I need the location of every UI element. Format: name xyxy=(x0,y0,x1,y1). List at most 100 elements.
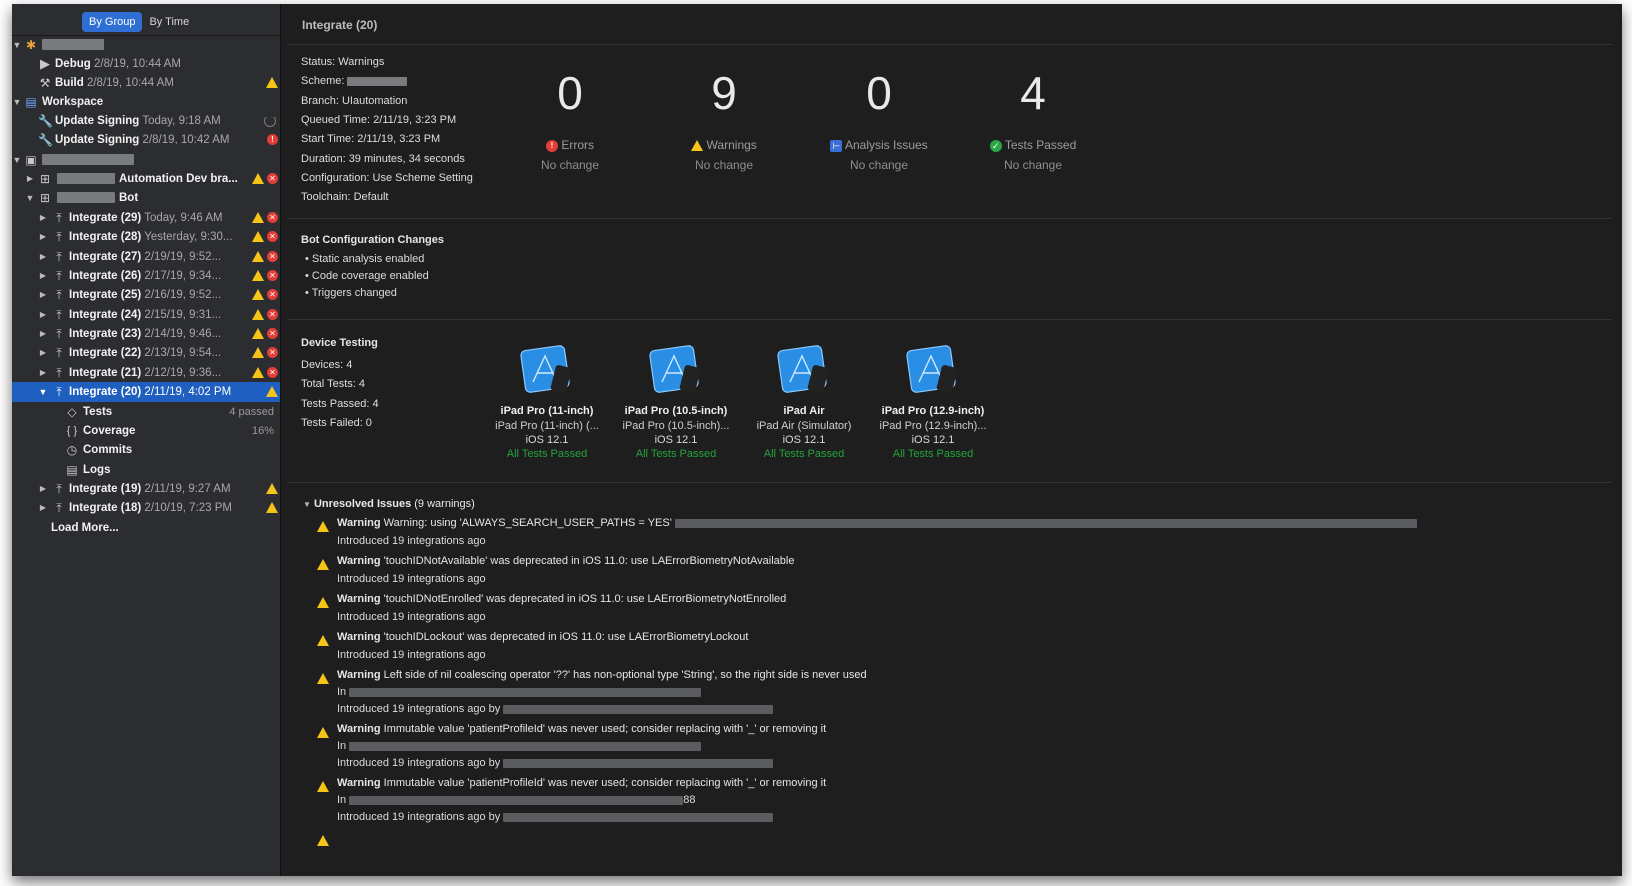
divider xyxy=(287,482,1612,483)
server-group-row[interactable]: ▼ ▣ xyxy=(12,150,280,170)
commits-label: Commits xyxy=(83,444,133,456)
integration-name: Integrate (21) xyxy=(69,367,142,379)
scheme-label: Scheme: xyxy=(301,75,345,87)
build-row[interactable]: ⚒ Build 2/8/19, 10:44 AM xyxy=(12,73,280,93)
integration-row[interactable]: ▶ ⤒ Integrate (29) Today, 9:46 AM ✕ xyxy=(12,208,280,228)
integration-row[interactable]: ▶ ⤒ Integrate (21) 2/12/19, 9:36... ✕ xyxy=(12,363,280,383)
integration-row[interactable]: ▶ ⤒ Integrate (28) Yesterday, 9:30... ✕ xyxy=(12,227,280,247)
disclosure-closed-icon[interactable]: ▶ xyxy=(25,169,35,189)
device-card[interactable]: iPad Pro (12.9-inch) iPad Pro (12.9-inch… xyxy=(869,342,997,462)
warning-icon xyxy=(691,140,704,152)
commits-row[interactable]: ◷ Commits xyxy=(12,440,280,460)
disclosure-closed-icon[interactable]: ▶ xyxy=(38,227,48,247)
issue-row[interactable]: Warning Left side of nil coalescing oper… xyxy=(337,669,867,681)
workspace-row[interactable]: ▼ ▤ Workspace xyxy=(12,92,280,112)
integration-name: Integrate (27) xyxy=(69,251,142,263)
integration-name: Integrate (19) xyxy=(69,483,142,495)
errors-label: Errors xyxy=(561,138,594,152)
disclosure-closed-icon[interactable]: ▶ xyxy=(38,208,48,228)
status-info: Status: Warnings xyxy=(301,56,385,68)
disclosure-open-icon[interactable]: ▼ xyxy=(25,188,35,208)
issue-row[interactable]: Warning 'touchIDNotEnrolled' was depreca… xyxy=(337,593,786,605)
error-icon: ✕ xyxy=(267,367,278,379)
disclosure-closed-icon[interactable]: ▶ xyxy=(38,305,48,325)
project-root-row[interactable]: ▼ ✱ xyxy=(12,35,280,55)
automation-bot-row[interactable]: ▶ ⊞ Automation Dev bra... ✕ xyxy=(12,169,280,189)
issue-introduced-text: Introduced 19 integrations ago by xyxy=(337,811,501,823)
integration-row[interactable]: ▶ ⤒ Integrate (22) 2/13/19, 9:54... ✕ xyxy=(12,343,280,363)
duration-info: Duration: 39 minutes, 34 seconds xyxy=(301,153,465,165)
disclosure-open-icon[interactable]: ▼ xyxy=(12,92,22,112)
by-group-button[interactable]: By Group xyxy=(82,12,143,32)
debug-row[interactable]: ▶ Debug 2/8/19, 10:44 AM xyxy=(12,54,280,74)
logs-row[interactable]: ▤ Logs xyxy=(12,460,280,480)
disclosure-closed-icon[interactable]: ▶ xyxy=(38,285,48,305)
issue-row[interactable]: Warning Immutable value 'patientProfileI… xyxy=(337,723,826,735)
device-testing-title: Device Testing xyxy=(301,337,378,349)
integration-row[interactable]: ▶ ⤒ Integrate (27) 2/19/19, 9:52... ✕ xyxy=(12,247,280,267)
disclosure-open-icon[interactable]: ▼ xyxy=(12,150,22,170)
load-more-link[interactable]: Load More... xyxy=(51,522,119,534)
device-name: iPad Pro (11-inch) xyxy=(500,405,594,417)
warnings-metric[interactable]: Warnings xyxy=(644,138,804,152)
issue-introduced: Introduced 19 integrations ago by xyxy=(337,703,774,715)
integration-row[interactable]: ▶ ⤒ Integrate (18) 2/10/19, 7:23 PM xyxy=(12,498,280,518)
integration-row-selected[interactable]: ▼ ⤒ Integrate (20) 2/11/19, 4:02 PM xyxy=(12,382,280,402)
start-time-info: Start Time: 2/11/19, 3:23 PM xyxy=(301,133,441,145)
issue-row[interactable]: Warning 'touchIDLockout' was deprecated … xyxy=(337,631,748,643)
bot-row[interactable]: ▼ ⊞ Bot xyxy=(12,188,280,208)
logs-icon: ▤ xyxy=(66,463,78,477)
coverage-braces-icon: { } xyxy=(66,425,78,437)
integration-row[interactable]: ▶ ⤒ Integrate (23) 2/14/19, 9:46... ✕ xyxy=(12,324,280,344)
disclosure-closed-icon[interactable]: ▶ xyxy=(38,343,48,363)
disclosure-closed-icon[interactable]: ▶ xyxy=(38,479,48,499)
error-icon: ! xyxy=(267,134,278,146)
issue-introduced: Introduced 19 integrations ago by xyxy=(337,811,774,823)
disclosure-closed-icon[interactable]: ▶ xyxy=(38,266,48,286)
issue-text: Immutable value 'patientProfileId' was n… xyxy=(383,777,827,789)
issue-row[interactable]: Warning Immutable value 'patientProfileI… xyxy=(337,777,826,789)
disclosure-closed-icon[interactable]: ▶ xyxy=(38,324,48,344)
device-card[interactable]: iPad Pro (11-inch) iPad Pro (11-inch) (.… xyxy=(483,342,611,462)
tests-row[interactable]: ◇ Tests 4 passed xyxy=(12,402,280,422)
errors-metric[interactable]: ! Errors xyxy=(490,138,650,152)
device-name: iPad Air xyxy=(783,405,825,417)
disclosure-closed-icon[interactable]: ▶ xyxy=(38,363,48,383)
disclosure-closed-icon[interactable]: ▶ xyxy=(38,247,48,267)
integration-row[interactable]: ▶ ⤒ Integrate (25) 2/16/19, 9:52... ✕ xyxy=(12,285,280,305)
device-card[interactable]: iPad Pro (10.5-inch) iPad Pro (10.5-inch… xyxy=(612,342,740,462)
tests-passed-metric[interactable]: ✓ Tests Passed xyxy=(953,138,1113,152)
coverage-row[interactable]: { } Coverage 16% xyxy=(12,421,280,441)
warning-icon xyxy=(266,386,278,398)
disclosure-closed-icon[interactable]: ▶ xyxy=(38,498,48,518)
integration-name: Integrate (26) xyxy=(69,270,142,282)
wrench-icon: 🔧 xyxy=(38,114,53,128)
integration-row[interactable]: ▶ ⤒ Integrate (19) 2/11/19, 9:27 AM xyxy=(12,479,280,499)
by-time-button[interactable]: By Time xyxy=(142,12,196,32)
warning-icon xyxy=(317,727,329,739)
device-card[interactable]: iPad Air iPad Air (Simulator) iOS 12.1 A… xyxy=(740,342,868,462)
device-os: iOS 12.1 xyxy=(911,434,955,446)
integration-row[interactable]: ▶ ⤒ Integrate (26) 2/17/19, 9:34... ✕ xyxy=(12,266,280,286)
update-signing-row[interactable]: 🔧 Update Signing 2/8/19, 10:42 AM ! xyxy=(12,130,280,150)
issue-row[interactable]: Warning Warning: using 'ALWAYS_SEARCH_US… xyxy=(337,517,1417,529)
load-more-row[interactable]: Load More... xyxy=(12,518,280,538)
errors-change: No change xyxy=(540,158,600,172)
unresolved-issues-header[interactable]: ▼ Unresolved Issues (9 warnings) xyxy=(303,498,475,510)
disclosure-open-icon[interactable]: ▼ xyxy=(38,382,48,402)
device-os: iOS 12.1 xyxy=(525,434,569,446)
integration-row[interactable]: ▶ ⤒ Integrate (24) 2/15/19, 9:31... ✕ xyxy=(12,305,280,325)
device-os: iOS 12.1 xyxy=(782,434,826,446)
disclosure-open-icon[interactable]: ▼ xyxy=(303,500,311,509)
update-signing-row[interactable]: 🔧 Update Signing Today, 9:18 AM xyxy=(12,111,280,131)
project-icon: ✱ xyxy=(25,38,37,52)
issue-row[interactable]: Warning 'touchIDNotAvailable' was deprec… xyxy=(337,555,794,567)
redacted-text xyxy=(57,188,115,208)
issue-introduced: Introduced 19 integrations ago xyxy=(337,611,486,623)
coverage-value: 16% xyxy=(251,425,274,437)
device-name: iPad Pro (12.9-inch) xyxy=(881,405,985,417)
wrench-icon: 🔧 xyxy=(38,133,53,147)
analysis-metric[interactable]: ⊢ Analysis Issues xyxy=(799,138,959,152)
disclosure-open-icon[interactable]: ▼ xyxy=(12,35,22,55)
issue-text: 'touchIDNotEnrolled' was deprecated in i… xyxy=(383,593,787,605)
